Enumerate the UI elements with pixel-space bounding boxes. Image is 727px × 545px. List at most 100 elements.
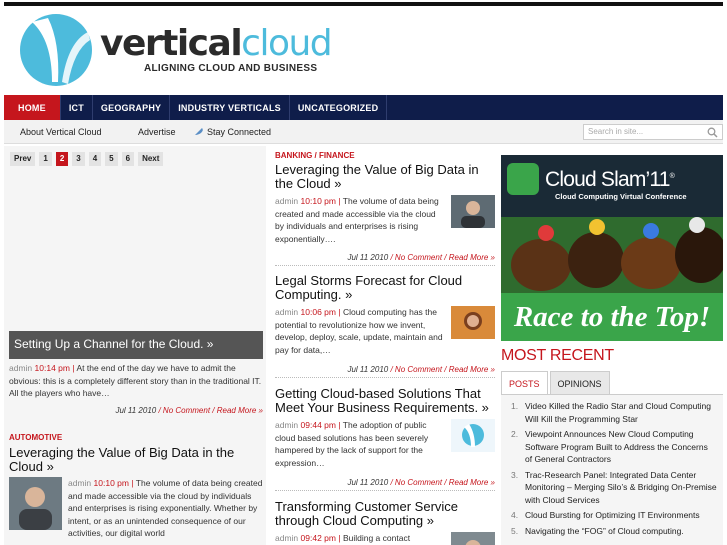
list-item[interactable]: 4. Cloud Bursting for Optimizing IT Envi… — [511, 509, 717, 522]
logo-word-vertical: vertical — [100, 23, 243, 64]
post-title[interactable]: Transforming Customer Service through Cl… — [275, 500, 495, 528]
post-date: Jul 11 2010 — [347, 478, 389, 487]
slide-comments-link[interactable]: No Comment — [163, 406, 210, 415]
post-item: Legal Storms Forecast for Cloud Computin… — [275, 274, 495, 378]
pager-page-5[interactable]: 5 — [105, 152, 118, 166]
post-meta: Jul 11 2010 / No Comment / Read More » — [347, 365, 495, 374]
slide-excerpt: admin 10:14 pm | At the end of the day w… — [9, 363, 262, 398]
site-logo-text[interactable]: verticalcloud — [100, 23, 333, 64]
pager-prev[interactable]: Prev — [10, 152, 36, 166]
post-item: Getting Cloud-based Solutions That Meet … — [275, 387, 495, 491]
list-item-link[interactable]: Navigating the “FOG” of Cloud computing. — [525, 525, 684, 538]
post-author[interactable]: admin — [275, 196, 298, 206]
post-author[interactable]: admin — [275, 533, 298, 543]
pager-page-4[interactable]: 4 — [88, 152, 102, 166]
post-author[interactable]: admin — [275, 307, 298, 317]
post-title[interactable]: Leveraging the Value of Big Data in the … — [275, 163, 495, 191]
post-title[interactable]: Legal Storms Forecast for Cloud Computin… — [275, 274, 495, 302]
tab-opinions[interactable]: OPINIONS — [549, 371, 610, 394]
pager-next[interactable]: Next — [138, 152, 164, 166]
list-item[interactable]: 3. Trac-Research Panel: Integrated Data … — [511, 469, 717, 507]
list-item-link[interactable]: Trac-Research Panel: Integrated Data Cen… — [525, 469, 717, 507]
recent-tabs: POSTS OPINIONS — [501, 371, 723, 395]
ad-slogan: Race to the Top! — [501, 293, 723, 341]
slider-pager: Prev 1 2 3 4 5 6 Next — [10, 152, 164, 166]
post-read-more-link[interactable]: Read More » — [449, 478, 495, 487]
posts-column: BANKING / FINANCE Leveraging the Value o… — [273, 146, 495, 545]
post-read-more-link[interactable]: Read More » — [449, 365, 495, 374]
left-post: AUTOMOTIVE Leveraging the Value of Big D… — [9, 433, 263, 540]
vertical-cloud-logo-icon[interactable] — [18, 12, 94, 88]
post-date: Jul 11 2010 — [347, 365, 389, 374]
list-item-link[interactable]: Viewpoint Announces New Cloud Computing … — [525, 428, 717, 466]
list-item-link[interactable]: Cloud Bursting for Optimizing IT Environ… — [525, 509, 700, 522]
slide-author[interactable]: admin — [9, 363, 32, 373]
left-post-thumbnail[interactable] — [9, 477, 62, 530]
post-meta: Jul 11 2010 / No Comment / Read More » — [347, 478, 495, 487]
post-date: Jul 11 2010 — [347, 253, 389, 262]
search-icon[interactable] — [707, 127, 718, 138]
post-thumbnail[interactable] — [451, 306, 495, 339]
post-category[interactable]: BANKING / FINANCE — [275, 151, 495, 160]
site-header: verticalcloud ALIGNING CLOUD AND BUSINES… — [4, 6, 723, 95]
list-item-number: 5. — [511, 525, 519, 536]
post-time: 10:10 pm — [300, 196, 336, 206]
search-input[interactable]: Search in site... — [583, 124, 723, 140]
recent-posts-list: 1. Video Killed the Radio Star and Cloud… — [501, 395, 723, 545]
list-item-number: 4. — [511, 510, 519, 520]
post-comments-link[interactable]: No Comment — [395, 365, 442, 374]
most-recent-heading: MOST RECENT — [501, 347, 614, 364]
post-comments-link[interactable]: No Comment — [395, 253, 442, 262]
tab-posts[interactable]: POSTS — [501, 371, 548, 394]
ad-brand-reg: ® — [669, 173, 675, 180]
cloudslam-ad-banner[interactable]: Cloud Slam’11® Cloud Computing Virtual C… — [501, 155, 723, 341]
post-time: 10:06 pm — [300, 307, 336, 317]
post-excerpt-text: Building a contact — [342, 533, 411, 543]
left-post-time: 10:10 pm — [93, 478, 129, 488]
post-time: 09:44 pm — [300, 420, 336, 430]
left-post-author[interactable]: admin — [68, 478, 91, 488]
nav-item-uncategorized[interactable]: UNCATEGORIZED — [290, 95, 388, 120]
post-thumbnail[interactable] — [451, 195, 495, 228]
stay-connected-link[interactable]: Stay Connected — [207, 127, 271, 137]
logo-word-cloud: cloud — [241, 23, 333, 64]
nav-item-ict[interactable]: ICT — [61, 95, 93, 120]
post-thumbnail[interactable] — [451, 419, 495, 452]
post-read-more-link[interactable]: Read More » — [449, 253, 495, 262]
post-title[interactable]: Getting Cloud-based Solutions That Meet … — [275, 387, 495, 415]
nav-item-home[interactable]: HOME — [4, 95, 61, 120]
list-item[interactable]: 2. Viewpoint Announces New Cloud Computi… — [511, 428, 717, 466]
list-item-number: 2. — [511, 429, 519, 439]
featured-column: Prev 1 2 3 4 5 6 Next Setting Up a Chann… — [4, 146, 266, 545]
post-item: BANKING / FINANCE Leveraging the Value o… — [275, 151, 495, 266]
pager-page-1[interactable]: 1 — [39, 152, 52, 166]
cloudslam-logo-icon — [507, 163, 539, 195]
feather-icon — [194, 128, 203, 136]
slide-read-more-link[interactable]: Read More » — [217, 406, 263, 415]
about-link[interactable]: About Vertical Cloud — [20, 127, 102, 137]
list-item-number: 1. — [511, 401, 519, 411]
post-meta: Jul 11 2010 / No Comment / Read More » — [347, 253, 495, 262]
nav-item-industry-verticals[interactable]: INDUSTRY VERTICALS — [170, 95, 290, 120]
ad-brand: Cloud Slam’11® — [545, 165, 675, 192]
sidebar: Cloud Slam’11® Cloud Computing Virtual C… — [501, 155, 723, 545]
post-comments-link[interactable]: No Comment — [395, 478, 442, 487]
list-item[interactable]: 1. Video Killed the Radio Star and Cloud… — [511, 400, 717, 425]
post-excerpt-text: The adoption of public cloud based solut… — [275, 420, 429, 468]
pager-page-6[interactable]: 6 — [121, 152, 135, 166]
slide-caption[interactable]: Setting Up a Channel for the Cloud. » — [9, 331, 263, 359]
sub-nav: About Vertical Cloud Advertise Stay Conn… — [4, 120, 723, 144]
slide-meta: Jul 11 2010 / No Comment / Read More » — [115, 405, 263, 415]
advertise-link[interactable]: Advertise — [138, 127, 176, 137]
post-author[interactable]: admin — [275, 420, 298, 430]
pager-page-3[interactable]: 3 — [72, 152, 85, 166]
list-item-link[interactable]: Video Killed the Radio Star and Cloud Co… — [525, 400, 717, 425]
pager-page-2[interactable]: 2 — [55, 152, 69, 166]
left-post-category[interactable]: AUTOMOTIVE — [9, 433, 263, 442]
ad-subtitle: Cloud Computing Virtual Conference — [555, 192, 687, 201]
list-item[interactable]: 5. Navigating the “FOG” of Cloud computi… — [511, 525, 717, 538]
post-thumbnail[interactable] — [451, 532, 495, 545]
nav-item-geography[interactable]: GEOGRAPHY — [93, 95, 171, 120]
list-item-number: 3. — [511, 469, 519, 480]
left-post-title[interactable]: Leveraging the Value of Big Data in the … — [9, 446, 263, 474]
